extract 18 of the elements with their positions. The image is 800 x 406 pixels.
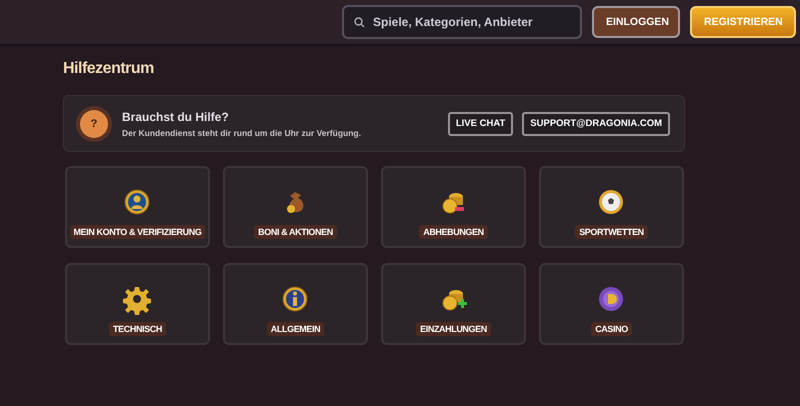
search-icon	[354, 17, 365, 28]
email-button[interactable]: SUPPORT@DRAGONIA.COM	[522, 112, 670, 136]
category-card[interactable]: BONI & AKTIONEN	[223, 166, 368, 248]
search-field[interactable]: Spiele, Kategorien, Anbieter	[342, 5, 582, 39]
page-title: Hilfezentrum	[63, 60, 155, 78]
category-card[interactable]: CASINO	[539, 263, 684, 345]
live-chat-button[interactable]: LIVE CHAT	[448, 112, 514, 136]
gear-icon	[122, 285, 152, 315]
category-card[interactable]: MEIN KONTO & VERIFIZIERUNG	[65, 166, 210, 248]
login-button[interactable]: EINLOGGEN	[592, 6, 680, 38]
category-card[interactable]: ALLGEMEIN	[223, 263, 368, 345]
category-card[interactable]: SPORTWETTEN	[539, 166, 684, 248]
category-card[interactable]: EINZAHLUNGEN	[381, 263, 526, 345]
help-text: Der Kundendienst steht dir rund um die Uhr zur Verfügung.	[122, 128, 362, 138]
category-card[interactable]: ABHEBUNGEN	[381, 166, 526, 248]
question-icon: ?	[80, 110, 108, 138]
help-heading: Brauchst du Hilfe?	[122, 110, 230, 124]
category-card[interactable]: TECHNISCH	[65, 263, 210, 345]
